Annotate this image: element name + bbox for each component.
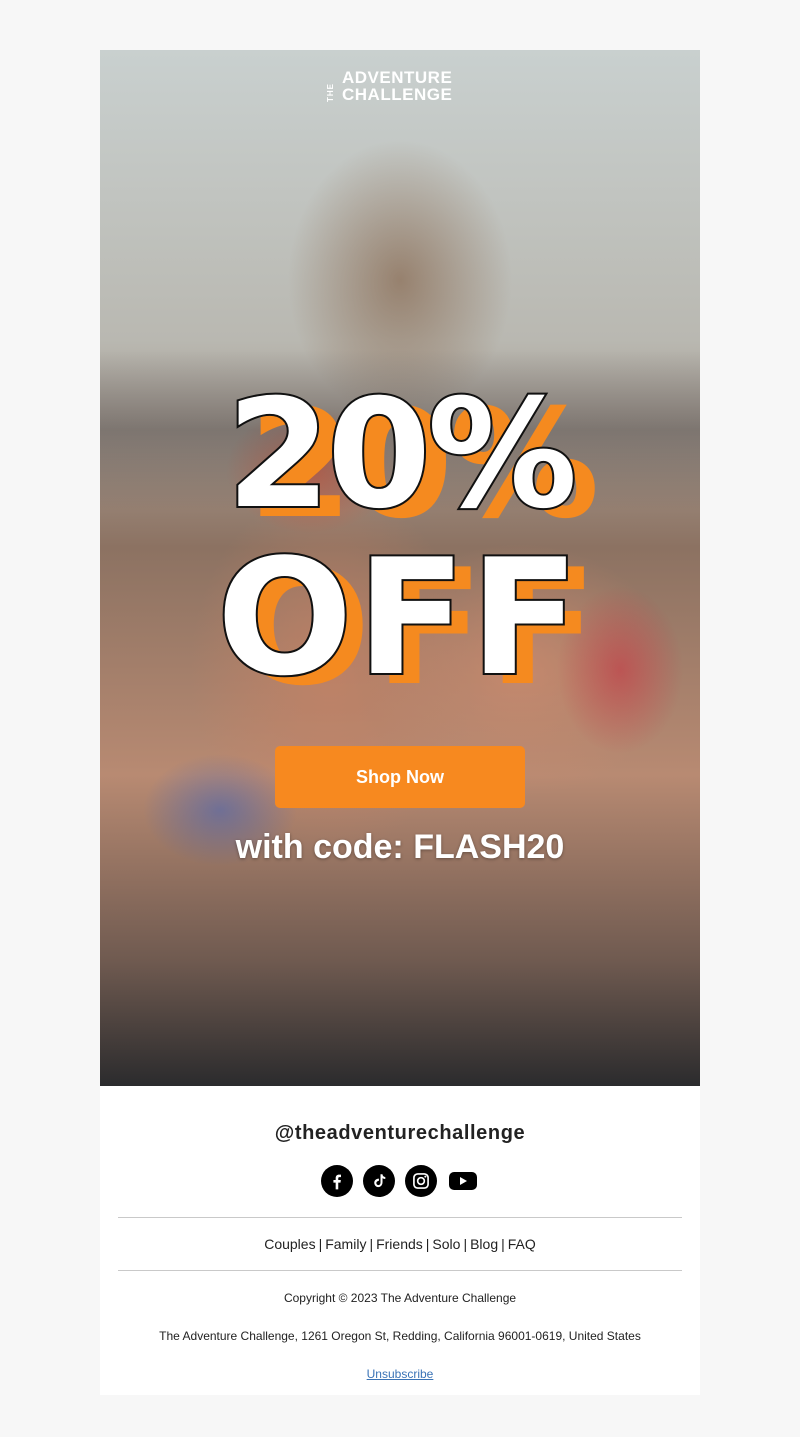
footer: @theadventurechallenge Couples | Family | Fr… — [100, 1086, 700, 1395]
social-handle: @theadventurechallenge — [274, 1122, 526, 1144]
link-friends[interactable]: Friends — [376, 1236, 423, 1252]
link-separator: | — [318, 1236, 323, 1252]
unsubscribe-container: Unsubscribe — [118, 1367, 682, 1381]
link-separator: | — [463, 1236, 468, 1252]
hero-image[interactable]: THE ADVENTURE CHALLENGE 20% 20% OFF OFF … — [100, 50, 700, 1086]
divider-bottom — [118, 1270, 682, 1271]
logo-line-2: CHALLENGE — [342, 85, 453, 104]
headline-off-text: OFF — [215, 524, 584, 711]
unsubscribe-link[interactable]: Unsubscribe — [367, 1367, 434, 1381]
headline-percent: 20% 20% — [100, 368, 700, 542]
tiktok-icon[interactable] — [363, 1165, 395, 1197]
headline-percent-text: 20% — [224, 368, 579, 542]
email-container: THE ADVENTURE CHALLENGE 20% 20% OFF OFF … — [100, 50, 700, 1395]
youtube-icon[interactable] — [447, 1165, 479, 1197]
logo-the: THE — [326, 83, 335, 102]
copyright-text: Copyright © 2023 The Adventure Challenge — [283, 1291, 517, 1305]
company-address: The Adventure Challenge, 1261 Oregon St,… — [159, 1329, 641, 1343]
link-separator: | — [369, 1236, 374, 1252]
logo-line-1: ADVENTURE — [342, 68, 453, 87]
link-couples[interactable]: Couples — [264, 1236, 315, 1252]
link-faq[interactable]: FAQ — [508, 1236, 536, 1252]
footer-links: Couples | Family | Friends | Solo | Blog | FAQ — [118, 1218, 682, 1270]
promo-code-text: with code: FLASH20 — [235, 828, 565, 866]
link-family[interactable]: Family — [325, 1236, 366, 1252]
brand-logo[interactable]: THE ADVENTURE CHALLENGE — [326, 68, 474, 104]
link-separator: | — [425, 1236, 430, 1252]
facebook-icon[interactable] — [321, 1165, 353, 1197]
shop-now-button[interactable]: Shop Now — [275, 746, 525, 808]
link-separator: | — [501, 1236, 505, 1252]
link-solo[interactable]: Solo — [432, 1236, 460, 1252]
instagram-icon[interactable] — [405, 1165, 437, 1197]
link-blog[interactable]: Blog — [470, 1236, 498, 1252]
social-icons — [118, 1165, 682, 1197]
headline-off: OFF OFF — [100, 524, 700, 711]
